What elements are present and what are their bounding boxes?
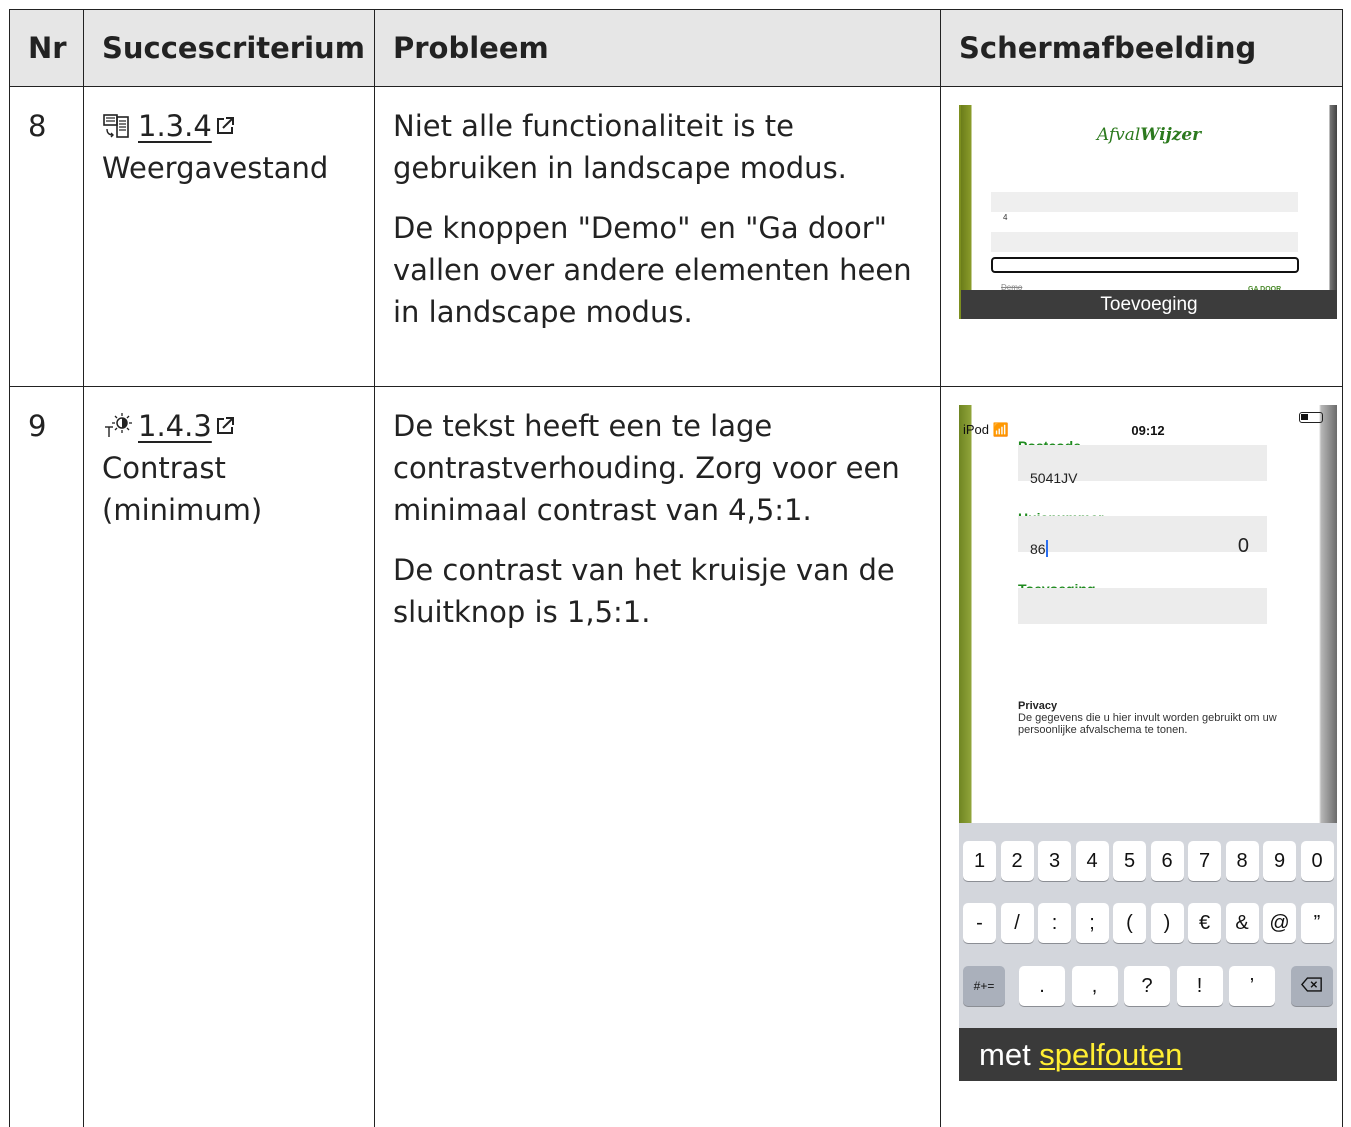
header-nr: Nr [9, 9, 84, 87]
sc-link-1-4-3[interactable]: 1.4.3 [138, 409, 235, 443]
huisnummer-field: 86 0 [1018, 516, 1267, 557]
header-problem: Probleem [374, 9, 941, 87]
problem-text: De contrast van het kruisje van de sluit… [393, 553, 895, 629]
keyboard-key[interactable]: - [963, 903, 996, 943]
orientation-icon [102, 109, 132, 138]
external-link-icon [215, 105, 235, 134]
sc-number: 1.4.3 [138, 409, 212, 443]
afvalwijzer-logo: AfvalWijzer [1096, 125, 1202, 145]
criterion-cell: 1.3.4 Weergavestand [83, 86, 375, 387]
audit-table: Nr Succescriterium Probleem Schermafbeel… [9, 9, 1343, 1127]
privacy-notice: Privacy De gegevens die u hier invult wo… [1018, 700, 1277, 736]
problem-text: De tekst heeft een te lage contrastverho… [393, 409, 900, 527]
text-cursor [1045, 540, 1048, 557]
keyboard-key[interactable]: 5 [1113, 841, 1146, 881]
keyboard-key[interactable]: , [1071, 966, 1118, 1006]
screenshot-cell: AfvalWijzer Postcode 4 Huisnummer Demo G… [940, 86, 1343, 387]
keyboard-key[interactable]: ” [1300, 903, 1334, 943]
header-row: Nr Succescriterium Probleem Schermafbeel… [9, 9, 1343, 87]
problem-text: Niet alle functionaliteit is te gebruike… [393, 109, 847, 185]
contrast-icon [102, 409, 132, 437]
keyboard-key[interactable]: ( [1113, 903, 1146, 943]
keyboard-key[interactable]: 0 [1300, 841, 1334, 881]
external-link-icon [215, 405, 235, 434]
toevoeging-field [1018, 588, 1267, 624]
keyboard-key[interactable]: ? [1124, 966, 1170, 1006]
battery-icon [1299, 412, 1323, 423]
screenshot-caption: Toevoeging [961, 290, 1337, 319]
keyboard-key[interactable]: 2 [1000, 841, 1034, 881]
keyboard-key[interactable]: & [1225, 903, 1259, 943]
problem-cell: Niet alle functionaliteit is te gebruike… [374, 86, 941, 387]
keyboard-key[interactable]: ! [1176, 966, 1223, 1006]
keyboard-key[interactable]: 8 [1225, 841, 1259, 881]
postcode-field: 4 [991, 192, 1298, 222]
table-row: 9 1.4.3 Contrast (minimum) De tekst heef… [9, 386, 1343, 1127]
keyboard-key[interactable]: / [1000, 903, 1034, 943]
portrait-screenshot: iPod 📶 09:12 Postcode 5041JV Huisnummer … [959, 405, 1337, 1081]
header-screenshot: Schermafbeelding [940, 9, 1343, 87]
landscape-screenshot: AfvalWijzer Postcode 4 Huisnummer Demo G… [959, 105, 1337, 319]
row-nr: 8 [9, 86, 84, 387]
keyboard-key[interactable]: ) [1150, 903, 1184, 943]
keyboard-key[interactable]: 7 [1188, 841, 1221, 881]
keyboard-key[interactable]: #+= [963, 966, 1005, 1006]
keyboard-key[interactable]: 1 [963, 841, 996, 881]
keyboard-key[interactable]: 9 [1263, 841, 1296, 881]
screenshot-caption: met spelfouten [959, 1028, 1337, 1081]
postcode-field: 5041JV [1018, 445, 1267, 486]
close-icon: 0 [1237, 535, 1249, 557]
header-criterion: Succescriterium [83, 9, 375, 87]
problem-text: De knoppen "Demo" en "Ga door" vallen ov… [393, 211, 912, 329]
keyboard-key[interactable]: ; [1075, 903, 1109, 943]
keyboard-key[interactable]: . [1019, 966, 1065, 1006]
screenshot-cell: iPod 📶 09:12 Postcode 5041JV Huisnummer … [940, 386, 1343, 1127]
backspace-icon[interactable] [1291, 966, 1333, 1006]
sc-number: 1.3.4 [138, 109, 212, 143]
keyboard-key[interactable]: 4 [1075, 841, 1109, 881]
problem-cell: De tekst heeft een te lage contrastverho… [374, 386, 941, 1127]
keyboard-key[interactable]: 6 [1150, 841, 1184, 881]
sc-link-1-3-4[interactable]: 1.3.4 [138, 109, 235, 143]
keyboard-key[interactable]: € [1188, 903, 1221, 943]
sc-name: Contrast (minimum) [102, 451, 263, 527]
row-nr: 9 [9, 386, 84, 1127]
sc-name: Weergavestand [102, 151, 329, 185]
table-row: 8 1.3.4 Weergavestand Niet alle function… [9, 86, 1343, 387]
keyboard-key[interactable]: @ [1263, 903, 1296, 943]
keyboard-key[interactable]: : [1038, 903, 1071, 943]
keyboard-key[interactable]: ’ [1229, 966, 1275, 1006]
huisnummer-field [991, 232, 1298, 252]
criterion-cell: 1.4.3 Contrast (minimum) [83, 386, 375, 1127]
keyboard-key[interactable]: 3 [1038, 841, 1071, 881]
